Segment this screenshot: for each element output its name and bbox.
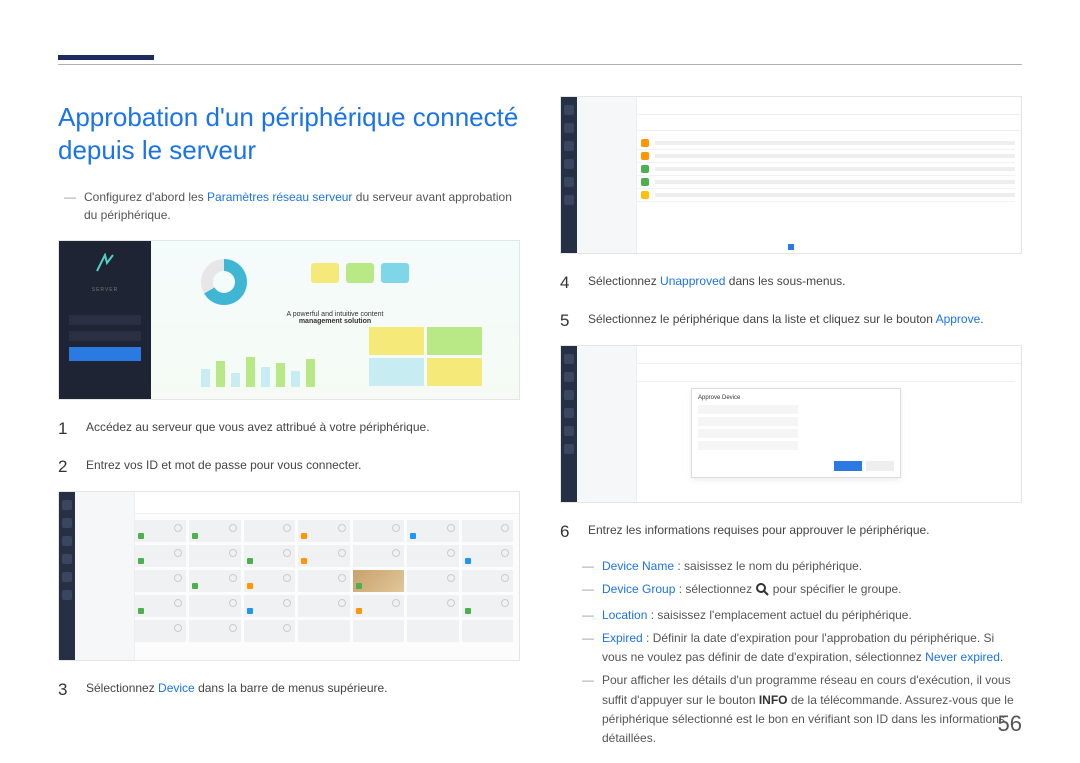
figure-approve-dialog: Approve Device [560, 345, 1022, 503]
step-number: 5 [560, 308, 574, 334]
sub-location: ― Location : saisissez l'emplacement act… [582, 606, 1022, 625]
step-number: 6 [560, 519, 574, 545]
step-4: 4 Sélectionnez Unapproved dans les sous-… [560, 270, 1022, 296]
step-text: Accédez au serveur que vous avez attribu… [86, 416, 520, 442]
step-text: Sélectionnez Unapproved dans les sous-me… [588, 270, 1022, 296]
server-logo-icon [95, 253, 115, 273]
stat-tile-blue [381, 263, 409, 283]
modal-ok-button [834, 461, 862, 471]
stat-tile-yellow [311, 263, 339, 283]
step-number: 3 [58, 677, 72, 703]
device-group-label: Device Group [602, 582, 675, 596]
donut-chart-icon [201, 259, 247, 305]
device-name-label: Device Name [602, 559, 674, 573]
figure-tagline: A powerful and intuitive content managem… [151, 311, 519, 325]
figure-device-grid [58, 491, 520, 661]
sub-device-name: ― Device Name : saisissez le nom du péri… [582, 557, 1022, 576]
intro-note: ― Configurez d'abord les Paramètres rése… [64, 188, 520, 224]
location-label: Location [602, 608, 647, 622]
device-link: Device [158, 681, 195, 695]
step-text: Sélectionnez le périphérique dans la lis… [588, 308, 1022, 334]
step-number: 1 [58, 416, 72, 442]
step-6: 6 Entrez les informations requises pour … [560, 519, 1022, 545]
magnifier-icon [755, 582, 769, 602]
approve-modal: Approve Device [691, 388, 901, 478]
login-password-field [69, 331, 141, 341]
info-bold: INFO [759, 693, 788, 707]
figure-login-screen: SERVER A powerful and intuitive content … [58, 240, 520, 400]
modal-field-expired [698, 441, 798, 450]
dash-icon: ― [582, 671, 594, 748]
modal-cancel-button [866, 461, 894, 471]
sub-info-note: ― Pour afficher les détails d'un program… [582, 671, 1022, 748]
modal-field-group [698, 417, 798, 426]
step-1: 1 Accédez au serveur que vous avez attri… [58, 416, 520, 442]
intro-text-a: Configurez d'abord les [84, 190, 207, 204]
sub-device-group: ― Device Group : sélectionnez pour spéci… [582, 580, 1022, 602]
approve-link: Approve [936, 312, 981, 326]
never-expired-link: Never expired [925, 650, 1000, 664]
sub-expired: ― Expired : Définir la date d'expiration… [582, 629, 1022, 667]
dash-icon: ― [582, 580, 594, 602]
figure-unapproved-list [560, 96, 1022, 254]
tile-group [369, 327, 489, 387]
page-number: 56 [998, 711, 1022, 737]
step-number: 2 [58, 454, 72, 480]
step-text: Entrez les informations requises pour ap… [588, 519, 1022, 545]
step-text: Sélectionnez Device dans la barre de men… [86, 677, 520, 703]
login-button [69, 347, 141, 361]
dash-icon: ― [582, 606, 594, 625]
bar-chart-icon [201, 357, 315, 387]
dash-icon: ― [64, 188, 76, 224]
unapproved-link: Unapproved [660, 274, 725, 288]
header-rule [58, 64, 1022, 65]
dash-icon: ― [582, 557, 594, 576]
modal-field-location [698, 429, 798, 438]
header-accent-bar [58, 55, 154, 60]
step-text: Entrez vos ID et mot de passe pour vous … [86, 454, 520, 480]
expired-label: Expired [602, 631, 643, 645]
server-brand-label: SERVER [59, 287, 151, 293]
intro-link: Paramètres réseau serveur [207, 190, 352, 204]
step-5: 5 Sélectionnez le périphérique dans la l… [560, 308, 1022, 334]
login-id-field [69, 315, 141, 325]
step-2: 2 Entrez vos ID et mot de passe pour vou… [58, 454, 520, 480]
page-title: Approbation d'un périphérique connecté d… [58, 101, 520, 166]
dash-icon: ― [582, 629, 594, 667]
modal-title: Approve Device [698, 395, 894, 401]
modal-field-name [698, 405, 798, 414]
stat-tile-green [346, 263, 374, 283]
step-number: 4 [560, 270, 574, 296]
step-3: 3 Sélectionnez Device dans la barre de m… [58, 677, 520, 703]
